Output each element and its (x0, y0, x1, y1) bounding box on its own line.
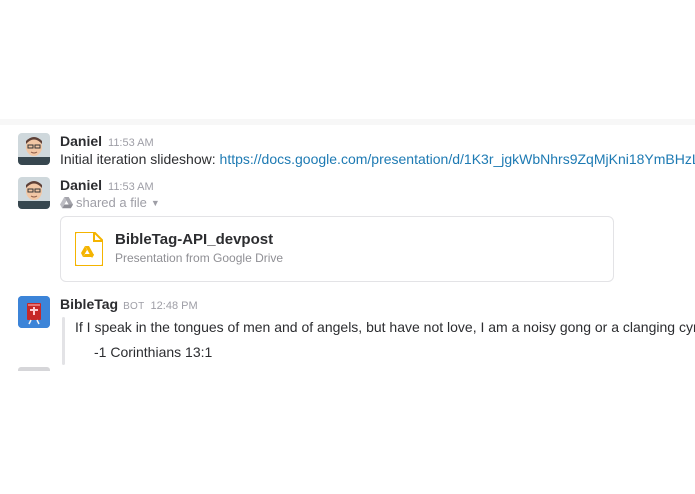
quote-bar (62, 317, 65, 365)
author-name[interactable]: Daniel 11:53 AM (60, 133, 154, 149)
bible-bot-avatar[interactable] (18, 296, 50, 328)
bot-badge: BOT (123, 301, 145, 312)
message-2: Daniel 11:53 AM shared a file ▼ BibleTag-… (0, 176, 695, 286)
shared-file-text[interactable]: shared a file (76, 195, 147, 210)
slideshow-link[interactable]: https://docs.google.com/presentation/d/1… (220, 151, 695, 167)
timestamp[interactable]: 12:48 PM (151, 300, 198, 312)
next-message-avatar (18, 367, 50, 371)
author-name[interactable]: BibleTag BOT 12:48 PM (60, 296, 198, 312)
author-label[interactable]: BibleTag (60, 296, 118, 312)
shared-file-label[interactable]: shared a file ▼ (60, 195, 160, 210)
verse-reference: -1 Corinthians 13:1 (94, 344, 213, 360)
timestamp[interactable]: 11:53 AM (108, 137, 154, 149)
avatar-daniel[interactable] (18, 133, 50, 165)
file-attachment-card[interactable]: BibleTag-API_devpost Presentation from G… (60, 216, 614, 282)
google-slides-icon (74, 231, 104, 267)
message-3: BibleTag BOT 12:48 PM If I speak in the to… (0, 295, 695, 365)
header-divider (0, 119, 695, 125)
author-label[interactable]: Daniel (60, 133, 102, 149)
file-title[interactable]: BibleTag-API_devpost (115, 231, 273, 248)
author-label[interactable]: Daniel (60, 177, 102, 193)
google-drive-icon (60, 196, 73, 209)
timestamp[interactable]: 11:53 AM (108, 181, 154, 193)
author-name[interactable]: Daniel 11:53 AM (60, 177, 154, 193)
file-subtitle: Presentation from Google Drive (115, 251, 284, 265)
message-text: Initial iteration slideshow: https://doc… (60, 151, 695, 167)
message-1: Daniel 11:53 AM Initial iteration slidesh… (0, 130, 695, 170)
chevron-down-icon[interactable]: ▼ (151, 198, 160, 208)
verse-text: If I speak in the tongues of men and of … (75, 319, 695, 335)
message-text-prefix: Initial iteration slideshow: (60, 151, 220, 167)
avatar-daniel[interactable] (18, 177, 50, 209)
